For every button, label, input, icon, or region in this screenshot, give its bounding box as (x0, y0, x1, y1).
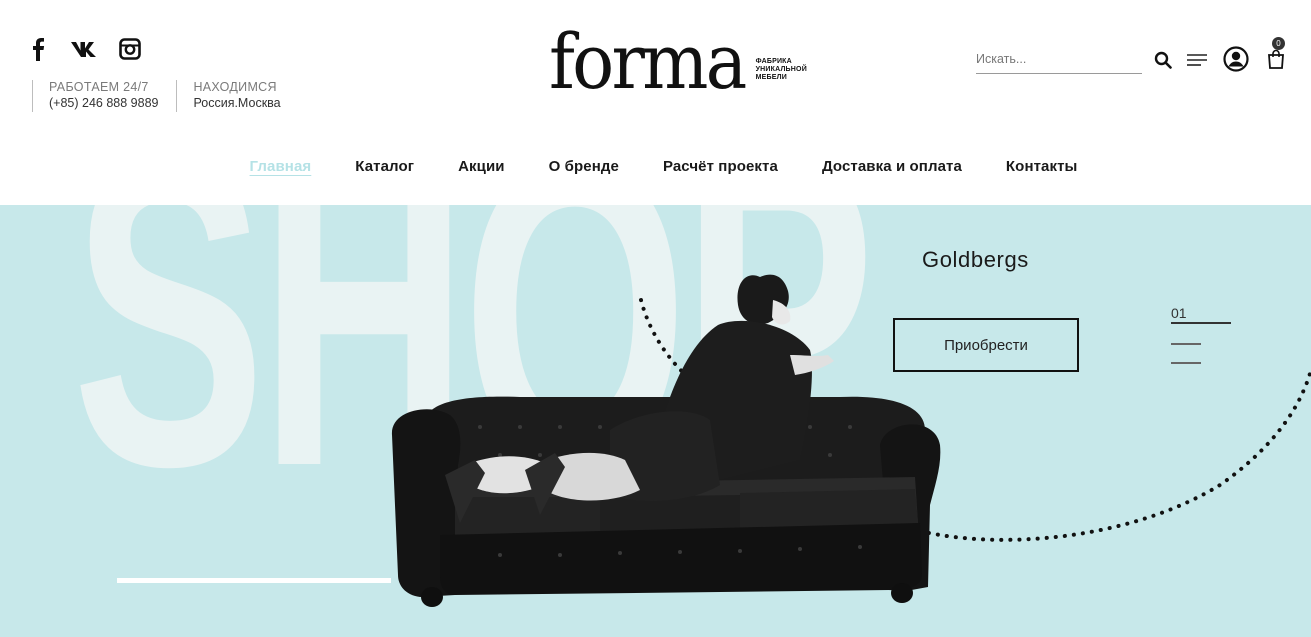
phone-number[interactable]: (+85) 246 888 9889 (49, 95, 158, 112)
work-hours: РАБОТАЕМ 24/7 (+85) 246 888 9889 (32, 80, 158, 112)
cart-count-badge: 0 (1272, 37, 1285, 50)
work-hours-label: РАБОТАЕМ 24/7 (49, 80, 149, 94)
nav-item-delivery-payment[interactable]: Доставка и оплата (822, 158, 962, 175)
user-account-icon[interactable] (1223, 46, 1249, 72)
nav-item-promotions[interactable]: Акции (458, 158, 505, 175)
logo-wordmark: forma (549, 17, 747, 106)
slide-indicator-2[interactable] (1171, 343, 1201, 345)
main-navigation: Главная Каталог Акции О бренде Расчёт пр… (0, 158, 1311, 175)
product-name: Goldbergs (922, 247, 1029, 272)
vk-icon[interactable] (70, 36, 98, 62)
slide-indicator-active[interactable] (1171, 322, 1231, 324)
slide-indicator-3[interactable] (1171, 362, 1201, 364)
nav-item-about-brand[interactable]: О бренде (549, 158, 619, 175)
hero-artwork (391, 274, 1311, 607)
search-icon[interactable] (1153, 50, 1173, 70)
location: НАХОДИМСЯ Россия.Москва (176, 80, 281, 112)
site-header: РАБОТАЕМ 24/7 (+85) 246 888 9889 НАХОДИМ… (0, 0, 1311, 205)
social-links (26, 36, 142, 62)
dotted-arc-right (918, 368, 1311, 542)
instagram-icon[interactable] (118, 36, 142, 62)
nav-item-catalog[interactable]: Каталог (355, 158, 414, 175)
slide-number: 01 (1171, 305, 1187, 321)
search-field (976, 46, 1142, 74)
logo-tagline: ФАБРИКА УНИКАЛЬНОЙ МЕБЕЛИ (755, 58, 807, 81)
brand-logo[interactable]: forma ФАБРИКА УНИКАЛЬНОЙ МЕБЕЛИ (549, 17, 807, 106)
cart-icon[interactable] (1266, 48, 1286, 70)
nav-item-project-calculation[interactable]: Расчёт проекта (663, 158, 778, 175)
location-label: НАХОДИМСЯ (193, 80, 277, 94)
search-input[interactable] (976, 46, 1142, 72)
nav-item-home[interactable]: Главная (250, 158, 312, 175)
location-value: Россия.Москва (193, 96, 281, 110)
buy-button[interactable]: Приобрести (893, 318, 1079, 372)
contact-info: РАБОТАЕМ 24/7 (+85) 246 888 9889 НАХОДИМ… (32, 80, 281, 112)
hero-slider: SHOP Goldbergs Приобрести 01 (0, 205, 1311, 637)
menu-icon[interactable] (1186, 51, 1208, 69)
nav-item-contacts[interactable]: Контакты (1006, 158, 1078, 175)
facebook-icon[interactable] (26, 36, 50, 62)
